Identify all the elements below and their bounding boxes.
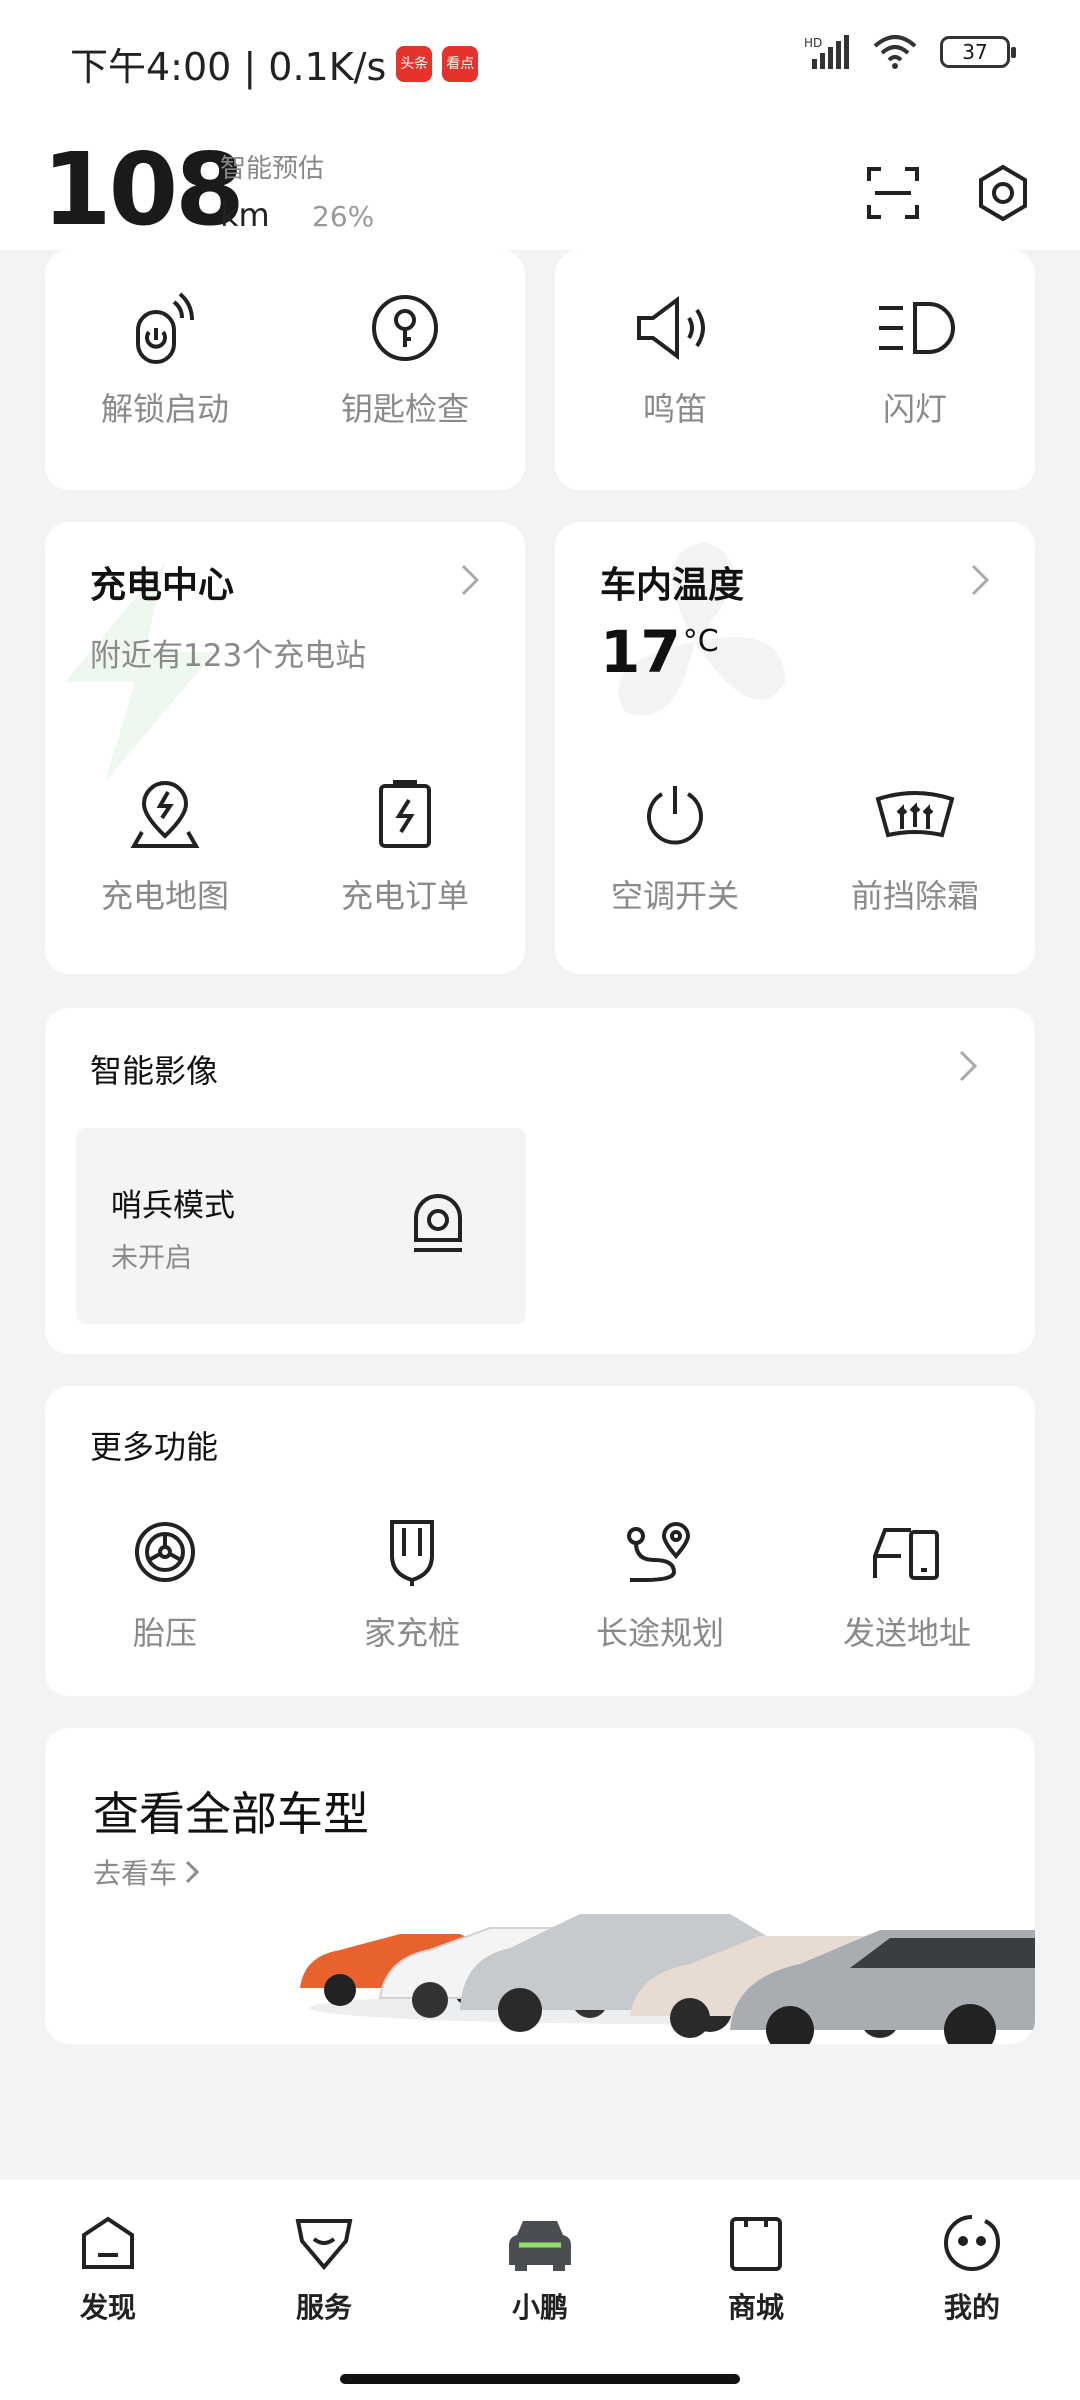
service-icon <box>295 2219 353 2271</box>
chevron-right-icon <box>951 1046 985 1086</box>
sentry-status: 未开启 <box>111 1243 192 1274</box>
vehicle-control-card-left: 解锁启动 钥匙检查 <box>45 250 525 490</box>
remote-start-icon <box>136 292 194 364</box>
send-address-button[interactable]: 发送地址 <box>787 1514 1027 1654</box>
battery-percent: 26% <box>312 200 375 233</box>
defrost-button[interactable]: 前挡除霜 <box>795 777 1035 917</box>
tab-label: 小鹏 <box>511 2291 568 2324</box>
camera-icon <box>414 1194 462 1252</box>
home-charger-button[interactable]: 家充桩 <box>292 1514 532 1654</box>
car-icon <box>509 2221 571 2271</box>
sentry-title: 哨兵模式 <box>111 1188 235 1224</box>
card-title: 车内温度 <box>600 565 745 606</box>
profile-face-icon <box>944 2215 1001 2271</box>
control-label: 发送地址 <box>842 1614 971 1652</box>
key-icon <box>372 295 438 361</box>
front-defrost-icon <box>875 791 955 838</box>
home-indicator[interactable] <box>340 2374 740 2384</box>
wifi-icon <box>873 35 917 69</box>
tab-xpeng[interactable]: 小鹏 <box>460 2208 620 2326</box>
discover-icon <box>82 2216 134 2269</box>
svg-text:HD: HD <box>804 36 822 50</box>
flash-lights-button[interactable]: 闪灯 <box>795 290 1035 430</box>
scan-button[interactable] <box>860 160 926 226</box>
kandian-app-icon: 看点 <box>442 45 479 82</box>
all-models-card[interactable]: 查看全部车型 去看车 <box>45 1728 1035 2044</box>
system-nav-bar <box>0 2360 1080 2400</box>
control-label: 充电订单 <box>340 877 469 915</box>
tab-label: 商城 <box>727 2291 784 2324</box>
range-label: 智能预估 <box>220 154 325 184</box>
control-label: 胎压 <box>132 1614 197 1652</box>
sentry-mode-tile[interactable]: 哨兵模式 未开启 <box>76 1128 526 1324</box>
charging-center-card[interactable]: 充电中心 附近有123个充电站 充电地图 充电订单 <box>45 522 525 974</box>
control-label: 长途规划 <box>595 1614 724 1652</box>
bottom-tab-bar: 发现 服务 小鹏 商城 我的 <box>0 2180 1080 2360</box>
chevron-right-icon <box>963 560 997 600</box>
tab-me[interactable]: 我的 <box>892 2208 1052 2326</box>
control-label: 钥匙检查 <box>340 390 469 428</box>
status-time: 下午4:00 | 0.1K/s <box>70 45 387 89</box>
horn-icon <box>637 296 705 360</box>
power-icon <box>647 786 703 845</box>
control-label: 解锁启动 <box>100 390 229 428</box>
tire-pressure-button[interactable]: 胎压 <box>45 1514 285 1654</box>
settings-button[interactable] <box>970 160 1036 226</box>
map-pin-icon <box>130 781 200 848</box>
tab-label: 服务 <box>295 2291 352 2324</box>
status-bar: 下午4:00 | 0.1K/s 头条 看点 HD 37 <box>0 30 1080 90</box>
control-label: 前挡除霜 <box>850 877 979 915</box>
charging-orders-button[interactable]: 充电订单 <box>285 777 525 917</box>
header-area: 下午4:00 | 0.1K/s 头条 看点 HD 37 108 智能预估 km … <box>0 0 1080 250</box>
tire-icon <box>135 1522 195 1582</box>
card-title: 查看全部车型 <box>93 1787 369 1841</box>
card-title: 充电中心 <box>90 565 235 606</box>
gear-icon <box>979 164 1027 222</box>
route-icon <box>627 1522 691 1582</box>
control-label: 空调开关 <box>610 877 739 915</box>
battery-icon: 37 <box>940 36 1016 68</box>
signal-icon: HD <box>804 35 849 69</box>
cabin-temperature: 17°C <box>600 618 719 686</box>
scan-icon <box>867 167 919 219</box>
charging-map-button[interactable]: 充电地图 <box>45 777 285 917</box>
tab-label: 发现 <box>79 2291 136 2324</box>
ac-power-button[interactable]: 空调开关 <box>555 777 795 917</box>
shopping-bag-icon <box>730 2217 782 2271</box>
charging-order-icon <box>379 780 431 848</box>
chevron-right-icon <box>453 560 487 600</box>
cabin-temperature-card[interactable]: 车内温度 17°C 空调开关 前挡除霜 <box>555 522 1035 974</box>
send-to-car-icon <box>873 1528 939 1580</box>
vehicle-control-card-right: 鸣笛 闪灯 <box>555 250 1035 490</box>
key-check-button[interactable]: 钥匙检查 <box>285 290 525 430</box>
range-unit: km <box>220 196 270 234</box>
horn-button[interactable]: 鸣笛 <box>555 290 795 430</box>
see-cars-link[interactable]: 去看车 <box>93 1852 200 1892</box>
home-charger-icon <box>390 1520 434 1586</box>
more-features-card: 更多功能 胎压 家充桩 长途规划 发送地址 <box>45 1386 1035 1696</box>
trip-planning-button[interactable]: 长途规划 <box>540 1514 780 1654</box>
toutiao-app-icon: 头条 <box>396 45 433 82</box>
control-label: 充电地图 <box>100 877 229 915</box>
tab-label: 我的 <box>943 2291 1000 2324</box>
tab-mall[interactable]: 商城 <box>676 2208 836 2326</box>
range-value: 108 <box>42 131 245 248</box>
chevron-right-icon <box>185 1860 200 1884</box>
headlight-icon <box>879 302 955 354</box>
car-lineup-image <box>300 1914 1035 2044</box>
tab-discover[interactable]: 发现 <box>28 2208 188 2326</box>
card-title: 智能影像 <box>90 1052 219 1090</box>
card-subtitle: 附近有123个充电站 <box>90 638 367 674</box>
control-label: 家充桩 <box>363 1614 460 1652</box>
remote-start-button[interactable]: 解锁启动 <box>45 290 285 430</box>
tab-service[interactable]: 服务 <box>244 2208 404 2326</box>
control-label: 鸣笛 <box>642 390 707 428</box>
control-label: 闪灯 <box>882 390 947 428</box>
card-title: 更多功能 <box>90 1428 219 1466</box>
